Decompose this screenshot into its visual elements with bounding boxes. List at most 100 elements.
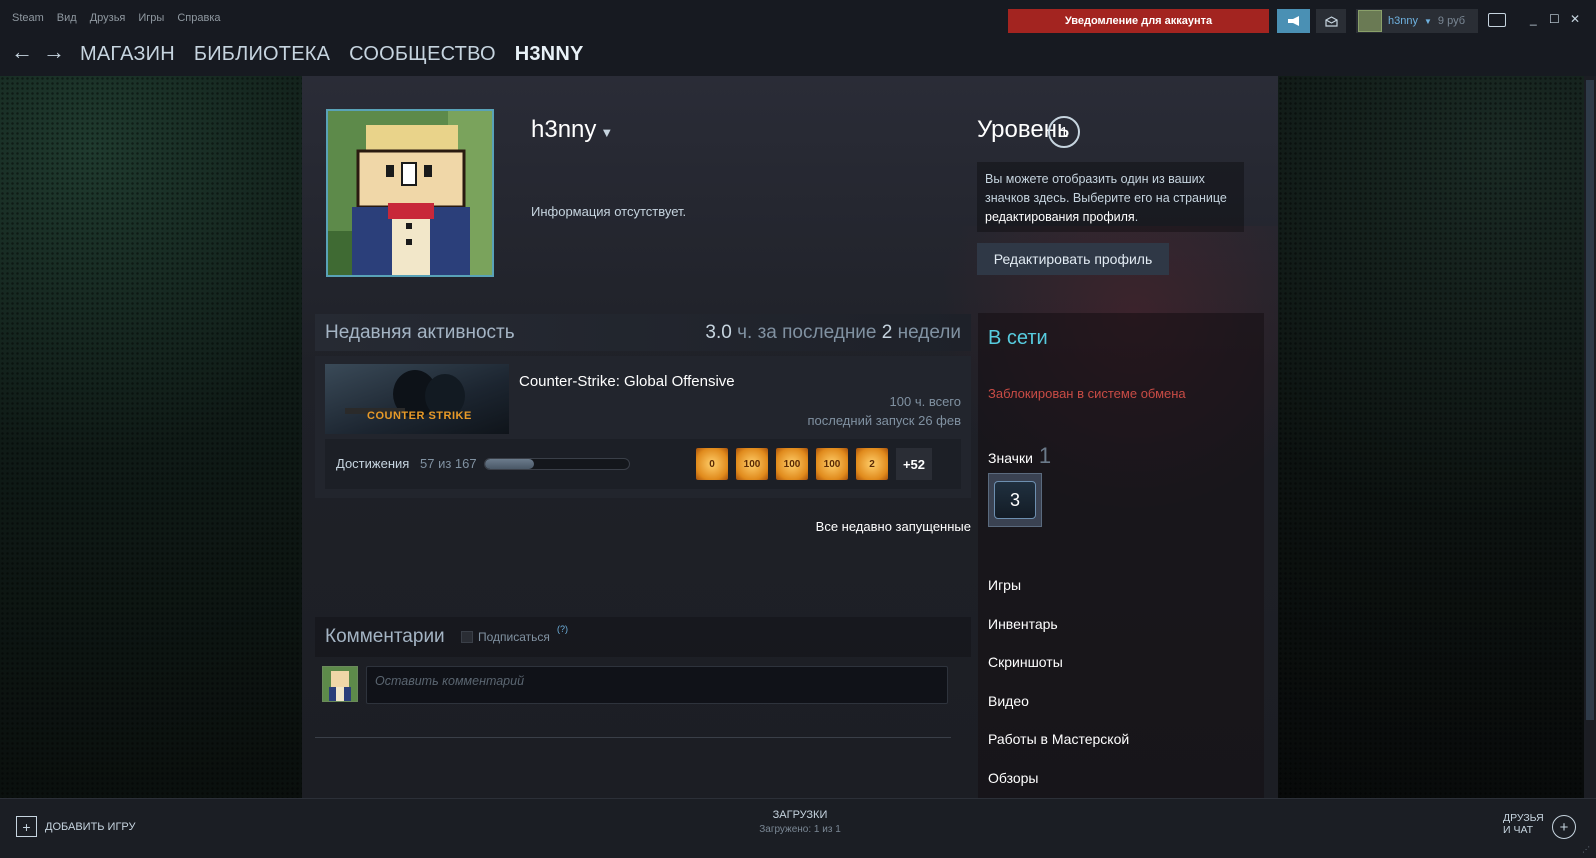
profile-name[interactable]: h3nny ▼ [531,116,613,144]
friends-chat-line1: ДРУЗЬЯ [1503,812,1544,824]
game-total-hours: 100 ч. всего [889,394,961,409]
nav-community[interactable]: СООБЩЕСТВО [349,43,496,66]
chevron-down-icon: ▼ [1423,16,1432,26]
nav-library[interactable]: БИБЛИОТЕКА [194,43,330,66]
comment-input[interactable]: Оставить комментарий [366,666,948,704]
badge-tile[interactable]: 3 [988,473,1042,527]
achievements-progress-fill [485,459,535,469]
achievements-count: 57 из 167 [420,456,477,471]
resize-grip-icon[interactable]: ⋰ [1582,845,1590,854]
title-bar: Steam Вид Друзья Игры Справка Уведомлени… [0,0,1596,38]
level-hint-text: Вы можете отобразить один из ваших значк… [985,172,1227,205]
level-hint-box: Вы можете отобразить один из ваших значк… [977,162,1244,232]
inbox-button[interactable] [1316,9,1346,33]
comments-title: Комментарии [325,626,445,647]
profile-avatar[interactable] [326,109,494,277]
achievement-icon[interactable]: 100 [776,448,808,480]
close-icon[interactable]: ✕ [1570,12,1580,26]
profile-panel: h3nny ▼ Информация отсутствует. Уровень 1… [302,76,1278,798]
sidebar-item-screenshots[interactable]: Скриншоты [988,654,1129,693]
main-menu: Steam Вид Друзья Игры Справка [12,12,221,24]
nav-profile[interactable]: H3NNY [515,43,584,66]
subscribe-label[interactable]: Подписаться [478,630,550,644]
envelope-icon [1324,15,1338,27]
bottom-bar: + ДОБАВИТЬ ИГРУ ЗАГРУЗКИ Загружено: 1 из… [0,798,1596,858]
big-picture-icon[interactable] [1488,13,1506,27]
trade-ban-notice: Заблокирован в системе обмена [988,386,1186,401]
all-recent-games-link[interactable]: Все недавно запущенные [315,519,971,534]
level-badge: 1 [1048,116,1080,148]
more-achievements-button[interactable]: +52 [896,448,932,480]
sidebar-item-videos[interactable]: Видео [988,693,1129,732]
recent-hours-value: 3.0 [705,322,732,343]
add-game-button[interactable]: + ДОБАВИТЬ ИГРУ [16,816,136,837]
profile-background-right [1278,76,1596,798]
menu-steam[interactable]: Steam [12,12,44,24]
recent-weeks-value: 2 [881,322,893,343]
online-status: В сети [988,327,1048,349]
sidebar-item-inventory[interactable]: Инвентарь [988,616,1129,655]
recent-game-card: COUNTER STRIKE Counter-Strike: Global Of… [315,356,971,498]
scrollbar-thumb[interactable] [1586,80,1594,720]
account-menu[interactable]: h3nny ▼ 9 руб [1356,9,1478,33]
game-title[interactable]: Counter-Strike: Global Offensive [519,373,735,390]
badges-label: Значки [988,450,1033,466]
menu-help[interactable]: Справка [177,12,220,24]
wallet-balance: 9 руб [1437,15,1465,27]
avatar [322,666,358,702]
game-capsule-image[interactable]: COUNTER STRIKE [325,364,509,434]
downloads-status[interactable]: ЗАГРУЗКИ Загружено: 1 из 1 [730,809,870,835]
profile-summary: Информация отсутствует. [531,204,687,219]
menu-view[interactable]: Вид [57,12,77,24]
scrollbar[interactable] [1584,76,1596,798]
game-capsule-logo: COUNTER STRIKE [367,410,472,422]
achievement-icon[interactable]: 100 [736,448,768,480]
achievement-icon[interactable]: 0 [696,448,728,480]
recent-activity-header: Недавняя активность 3.0 ч. за последние … [315,314,971,351]
achievements-label: Достижения [336,456,410,471]
badge-level: 3 [994,481,1036,519]
edit-profile-button[interactable]: Редактировать профиль [977,243,1169,275]
recent-activity-title: Недавняя активность [325,322,515,343]
profile-sidebar: В сети Заблокирован в системе обмена Зна… [978,313,1264,798]
account-notification-button[interactable]: Уведомление для аккаунта [1008,9,1269,33]
downloads-progress-text: Загружено: 1 из 1 [759,824,841,835]
account-username: h3nny [1388,15,1418,27]
back-arrow-icon[interactable]: ← [11,39,33,65]
friends-chat-plus-icon[interactable]: + [1552,815,1576,839]
nav-store[interactable]: МАГАЗИН [80,43,175,66]
pixel-character-avatar [323,667,357,701]
maximize-icon[interactable]: ☐ [1549,12,1560,26]
navigation-bar: ← → МАГАЗИН БИБЛИОТЕКА СООБЩЕСТВО H3NNY [0,38,1596,76]
pixel-character-avatar [328,111,492,275]
level-hint-end: . [1134,210,1139,224]
sidebar-item-workshop[interactable]: Работы в Мастерской [988,731,1129,770]
recent-hours-suffix: недели [892,322,961,343]
achievements-progress-bar [484,458,630,470]
achievement-icon[interactable]: 100 [816,448,848,480]
forward-arrow-icon[interactable]: → [43,39,65,65]
edit-profile-link[interactable]: редактирования профиля [985,210,1135,224]
subscribe-help-link[interactable]: (?) [557,624,568,634]
profile-name-text: h3nny [531,116,597,143]
recent-hours-mid: ч. за последние [731,322,882,343]
badges-link[interactable]: Значки 1 [988,443,1051,469]
plus-icon: + [16,816,37,837]
subscribe-checkbox[interactable] [461,631,473,643]
achievement-icon[interactable]: 2 [856,448,888,480]
minimize-icon[interactable]: _ [1530,12,1537,26]
friends-chat-label[interactable]: ДРУЗЬЯ И ЧАТ [1503,812,1544,836]
comments-header: Комментарии Подписаться (?) [315,617,971,657]
downloads-title: ЗАГРУЗКИ [772,809,828,821]
menu-friends[interactable]: Друзья [90,12,126,24]
add-game-label: ДОБАВИТЬ ИГРУ [45,820,136,833]
chevron-down-icon[interactable]: ▼ [600,125,613,140]
announcements-button[interactable] [1277,9,1310,33]
achievements-row[interactable]: Достижения 57 из 167 0 100 100 100 2 +52 [325,439,961,489]
csgo-soldiers-art [345,370,465,418]
menu-games[interactable]: Игры [138,12,164,24]
sidebar-item-games[interactable]: Игры [988,577,1129,616]
avatar [1358,10,1382,32]
profile-background-left [0,76,302,798]
comments-divider [315,737,951,738]
